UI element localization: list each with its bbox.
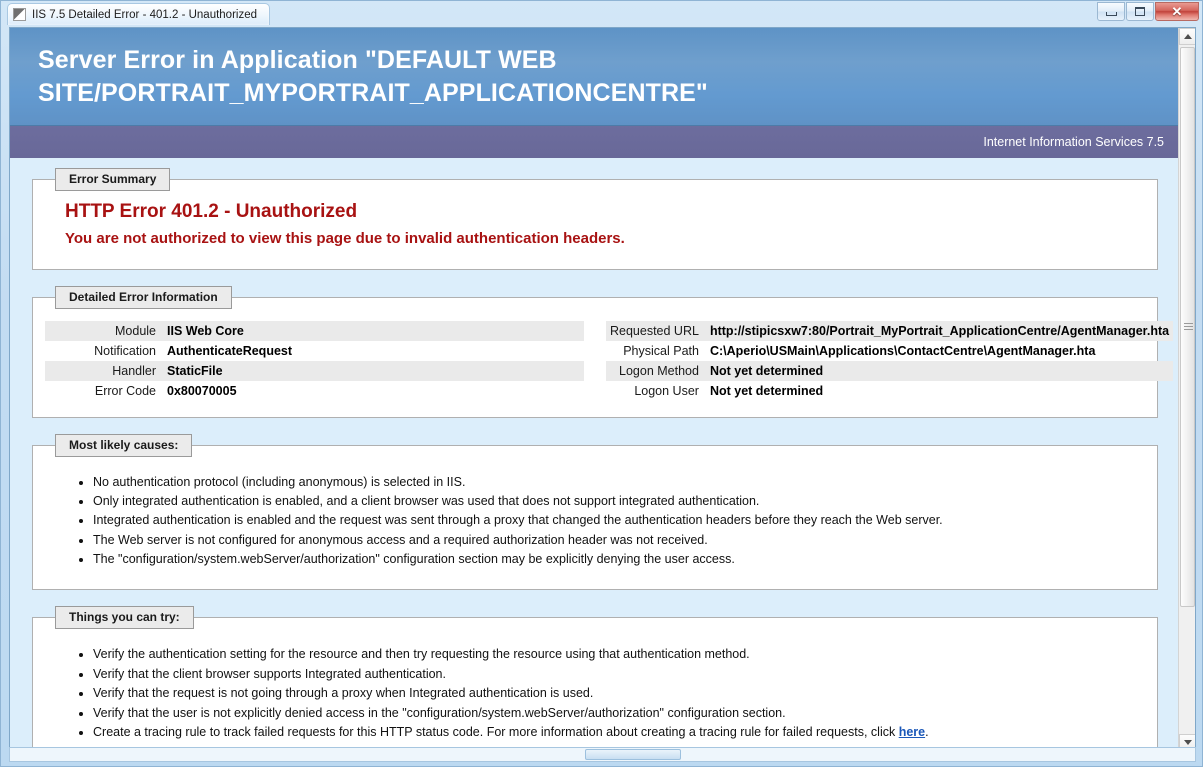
table-row: Logon User Not yet determined <box>606 381 1173 401</box>
detailed-error-legend: Detailed Error Information <box>55 285 232 309</box>
things-you-can-try-legend: Things you can try: <box>55 606 194 630</box>
scroll-up-button[interactable] <box>1179 28 1195 45</box>
close-icon: ✕ <box>1171 4 1183 19</box>
chevron-up-icon <box>1183 34 1192 39</box>
scrollbar-grip-icon <box>1184 323 1193 331</box>
detail-key: Handler <box>45 360 163 381</box>
detail-value: http://stipicsxw7:80/Portrait_MyPortrait… <box>705 320 1174 341</box>
detail-key: Error Code <box>94 383 156 398</box>
suggestions-list: Verify the authentication setting for th… <box>45 645 1145 742</box>
tracing-text-suffix: . <box>925 724 929 739</box>
close-button[interactable]: ✕ <box>1155 2 1199 21</box>
detail-value: C:\Aperio\USMain\Applications\ContactCen… <box>709 343 1096 358</box>
list-item: Verify the authentication setting for th… <box>93 645 1145 664</box>
error-summary-subtitle: You are not authorized to view this page… <box>65 229 625 247</box>
list-item: Verify that the client browser supports … <box>93 665 1145 684</box>
error-summary-panel: Error Summary HTTP Error 401.2 - Unautho… <box>32 167 1158 270</box>
page-title: Server Error in Application "DEFAULT WEB… <box>38 46 708 108</box>
things-you-can-try-panel: Things you can try: Verify the authentic… <box>32 606 1158 749</box>
table-row: Physical Path C:\Aperio\USMain\Applicati… <box>606 341 1173 361</box>
table-row: Handler StaticFile <box>45 360 584 381</box>
detail-key: Requested URL <box>606 320 706 341</box>
error-summary-legend: Error Summary <box>55 167 171 191</box>
detail-key: Logon Method <box>606 360 706 381</box>
detail-key: Logon User <box>634 383 699 398</box>
table-row: Notification AuthenticateRequest <box>45 341 584 361</box>
minimize-icon <box>1105 11 1117 16</box>
detail-table-left: Module IIS Web Core Notification Authent… <box>45 320 584 401</box>
horizontal-scrollbar[interactable] <box>9 747 1196 762</box>
most-likely-causes-legend: Most likely causes: <box>55 433 193 457</box>
browser-tab[interactable]: IIS 7.5 Detailed Error - 401.2 - Unautho… <box>7 3 271 25</box>
detail-key: Module <box>45 320 163 341</box>
product-name: Internet Information Services 7.5 <box>983 134 1164 149</box>
browser-window: IIS 7.5 Detailed Error - 401.2 - Unautho… <box>0 0 1203 767</box>
list-item: The Web server is not configured for ano… <box>93 531 1145 550</box>
window-controls: ✕ <box>1096 2 1199 21</box>
maximize-icon <box>1135 7 1145 16</box>
maximize-button[interactable] <box>1126 2 1154 21</box>
tracing-text-prefix: Create a tracing rule to track failed re… <box>93 724 899 739</box>
list-item: Verify that the user is not explicitly d… <box>93 704 1145 723</box>
table-row: Logon Method Not yet determined <box>606 360 1174 381</box>
table-row: Module IIS Web Core <box>45 320 584 341</box>
detail-value: 0x80070005 <box>167 383 237 398</box>
list-item-tracing: Create a tracing rule to track failed re… <box>93 723 1145 742</box>
table-row: Requested URL http://stipicsxw7:80/Portr… <box>606 320 1174 341</box>
detail-value: Not yet determined <box>709 383 824 398</box>
list-item: Only integrated authentication is enable… <box>93 492 1145 511</box>
detailed-error-panel: Detailed Error Information Module IIS We… <box>32 285 1174 418</box>
detail-value: AuthenticateRequest <box>167 343 293 358</box>
document-viewport: Server Error in Application "DEFAULT WEB… <box>9 27 1196 750</box>
detail-value: StaticFile <box>163 360 584 381</box>
chevron-down-icon <box>1183 740 1192 745</box>
detail-value: Not yet determined <box>705 360 1174 381</box>
tab-title: IIS 7.5 Detailed Error - 401.2 - Unautho… <box>32 8 258 21</box>
horizontal-scrollbar-thumb[interactable] <box>585 749 681 760</box>
table-row: Error Code 0x80070005 <box>45 381 584 401</box>
detail-column-right: Requested URL http://stipicsxw7:80/Portr… <box>606 320 1174 401</box>
most-likely-causes-panel: Most likely causes: No authentication pr… <box>32 433 1158 591</box>
minimize-button[interactable] <box>1097 2 1125 21</box>
detail-key: Notification <box>94 343 156 358</box>
error-content: Error Summary HTTP Error 401.2 - Unautho… <box>10 158 1180 749</box>
product-bar: Internet Information Services 7.5 <box>10 125 1180 158</box>
list-item: Verify that the request is not going thr… <box>93 684 1145 703</box>
causes-list: No authentication protocol (including an… <box>45 473 1145 570</box>
detail-key: Physical Path <box>623 343 699 358</box>
page-favicon-icon <box>13 8 26 21</box>
detail-value: IIS Web Core <box>163 320 584 341</box>
list-item: No authentication protocol (including an… <box>93 473 1145 492</box>
tracing-rule-link[interactable]: here <box>899 725 925 739</box>
detail-table-right: Requested URL http://stipicsxw7:80/Portr… <box>606 320 1174 401</box>
vertical-scrollbar-thumb[interactable] <box>1180 47 1195 607</box>
error-header-banner: Server Error in Application "DEFAULT WEB… <box>10 28 1180 126</box>
vertical-scrollbar[interactable] <box>1178 28 1195 749</box>
error-summary-title: HTTP Error 401.2 - Unauthorized <box>65 200 358 222</box>
list-item: Integrated authentication is enabled and… <box>93 511 1145 530</box>
list-item: The "configuration/system.webServer/auth… <box>93 550 1145 569</box>
error-page: Server Error in Application "DEFAULT WEB… <box>10 28 1180 749</box>
detail-column-left: Module IIS Web Core Notification Authent… <box>45 320 584 401</box>
title-bar: IIS 7.5 Detailed Error - 401.2 - Unautho… <box>1 1 1202 27</box>
